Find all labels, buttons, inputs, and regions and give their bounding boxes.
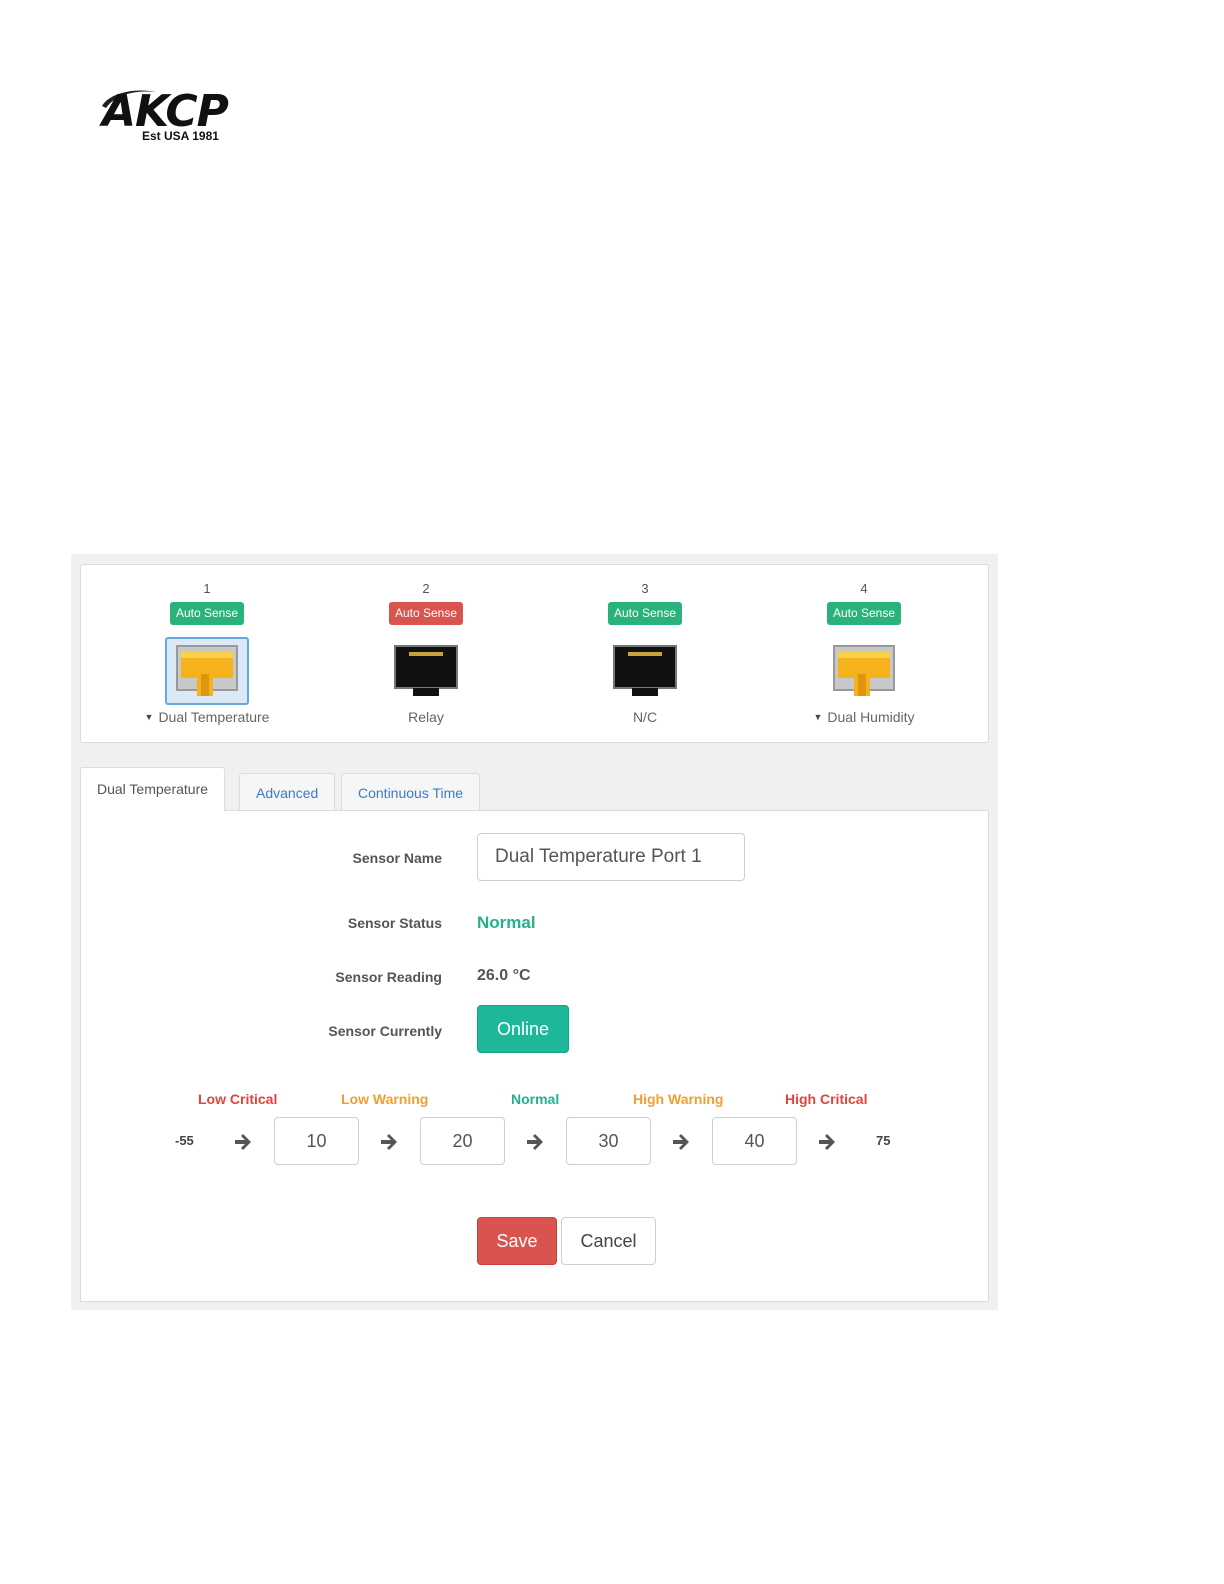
low-critical-label: Low Critical [198, 1091, 278, 1107]
rj45-connected-icon [176, 645, 238, 696]
sensor-status-label: Sensor Status [347, 915, 442, 931]
high-warning-label: High Warning [633, 1091, 724, 1107]
port-3[interactable]: 3 Auto Sense N/C [535, 565, 755, 744]
port-label[interactable]: ▼ Dual Humidity [754, 709, 974, 725]
normal-label: Normal [511, 1091, 560, 1107]
port-label-text: Dual Temperature [158, 709, 270, 725]
port-label: Relay [408, 709, 444, 725]
rj45-connected-icon [833, 645, 895, 696]
sensor-reading-label: Sensor Reading [335, 969, 442, 985]
rj45-empty-icon [613, 645, 677, 696]
high-warning-threshold-input[interactable]: 30 [566, 1117, 651, 1165]
low-warning-label: Low Warning [341, 1091, 429, 1107]
sensor-reading-value: 26.0 °C [477, 967, 531, 984]
chevron-down-icon: ▼ [144, 712, 154, 722]
tab-advanced[interactable]: Advanced [239, 773, 336, 813]
arrow-right-icon [819, 1134, 835, 1150]
port-3-icon-box[interactable] [603, 637, 687, 705]
sensor-currently-label: Sensor Currently [328, 1023, 442, 1039]
sensor-name-label: Sensor Name [352, 850, 442, 866]
auto-sense-badge[interactable]: Auto Sense [826, 602, 902, 625]
port-number: 3 [641, 581, 649, 596]
arrow-right-icon [673, 1134, 689, 1150]
tab-continuous-time[interactable]: Continuous Time [341, 773, 481, 813]
port-label[interactable]: ▼ Dual Temperature [97, 709, 317, 725]
port-2-icon-box[interactable] [384, 637, 468, 705]
range-min-value: -55 [175, 1133, 194, 1148]
chevron-down-icon: ▼ [813, 712, 823, 722]
arrow-right-icon [235, 1134, 251, 1150]
arrow-right-icon [381, 1134, 397, 1150]
low-critical-threshold-input[interactable]: 10 [274, 1117, 359, 1165]
port-label-text: Dual Humidity [827, 709, 915, 725]
port-number: 1 [203, 581, 211, 596]
port-number: 2 [422, 581, 430, 596]
high-critical-label: High Critical [785, 1091, 868, 1107]
sensor-name-input[interactable]: Dual Temperature Port 1 [477, 833, 745, 881]
sensor-status-value: Normal [477, 913, 536, 932]
logo-tagline: Est USA 1981 [142, 129, 219, 143]
port-1-icon-box[interactable] [165, 637, 249, 705]
sensor-config-panel: 1 Auto Sense ▼ Dual Temperature 2 Auto Se… [71, 554, 998, 1310]
port-selector: 1 Auto Sense ▼ Dual Temperature 2 Auto Se… [80, 564, 989, 743]
range-max-value: 75 [876, 1133, 891, 1148]
high-critical-threshold-input[interactable]: 40 [712, 1117, 797, 1165]
akcp-logo: AKCP Est USA 1981 [96, 84, 268, 146]
port-label: N/C [632, 709, 658, 725]
port-number: 4 [860, 581, 868, 596]
tab-dual-temperature[interactable]: Dual Temperature [80, 767, 226, 811]
online-status-button[interactable]: Online [477, 1005, 569, 1053]
low-warning-threshold-input[interactable]: 20 [420, 1117, 505, 1165]
save-button[interactable]: Save [477, 1217, 557, 1265]
rj45-empty-icon [394, 645, 458, 696]
tab-content: Sensor Name Dual Temperature Port 1 Sens… [80, 810, 989, 1302]
arrow-right-icon [527, 1134, 543, 1150]
auto-sense-badge[interactable]: Auto Sense [388, 602, 464, 625]
auto-sense-badge[interactable]: Auto Sense [169, 602, 245, 625]
auto-sense-badge[interactable]: Auto Sense [607, 602, 683, 625]
akcp-logo-graphic: AKCP Est USA 1981 [99, 86, 230, 143]
port-2[interactable]: 2 Auto Sense Relay [316, 565, 536, 744]
port-1[interactable]: 1 Auto Sense ▼ Dual Temperature [97, 565, 317, 744]
port-4-icon-box[interactable] [822, 637, 906, 705]
port-4[interactable]: 4 Auto Sense ▼ Dual Humidity [754, 565, 974, 744]
cancel-button[interactable]: Cancel [561, 1217, 656, 1265]
